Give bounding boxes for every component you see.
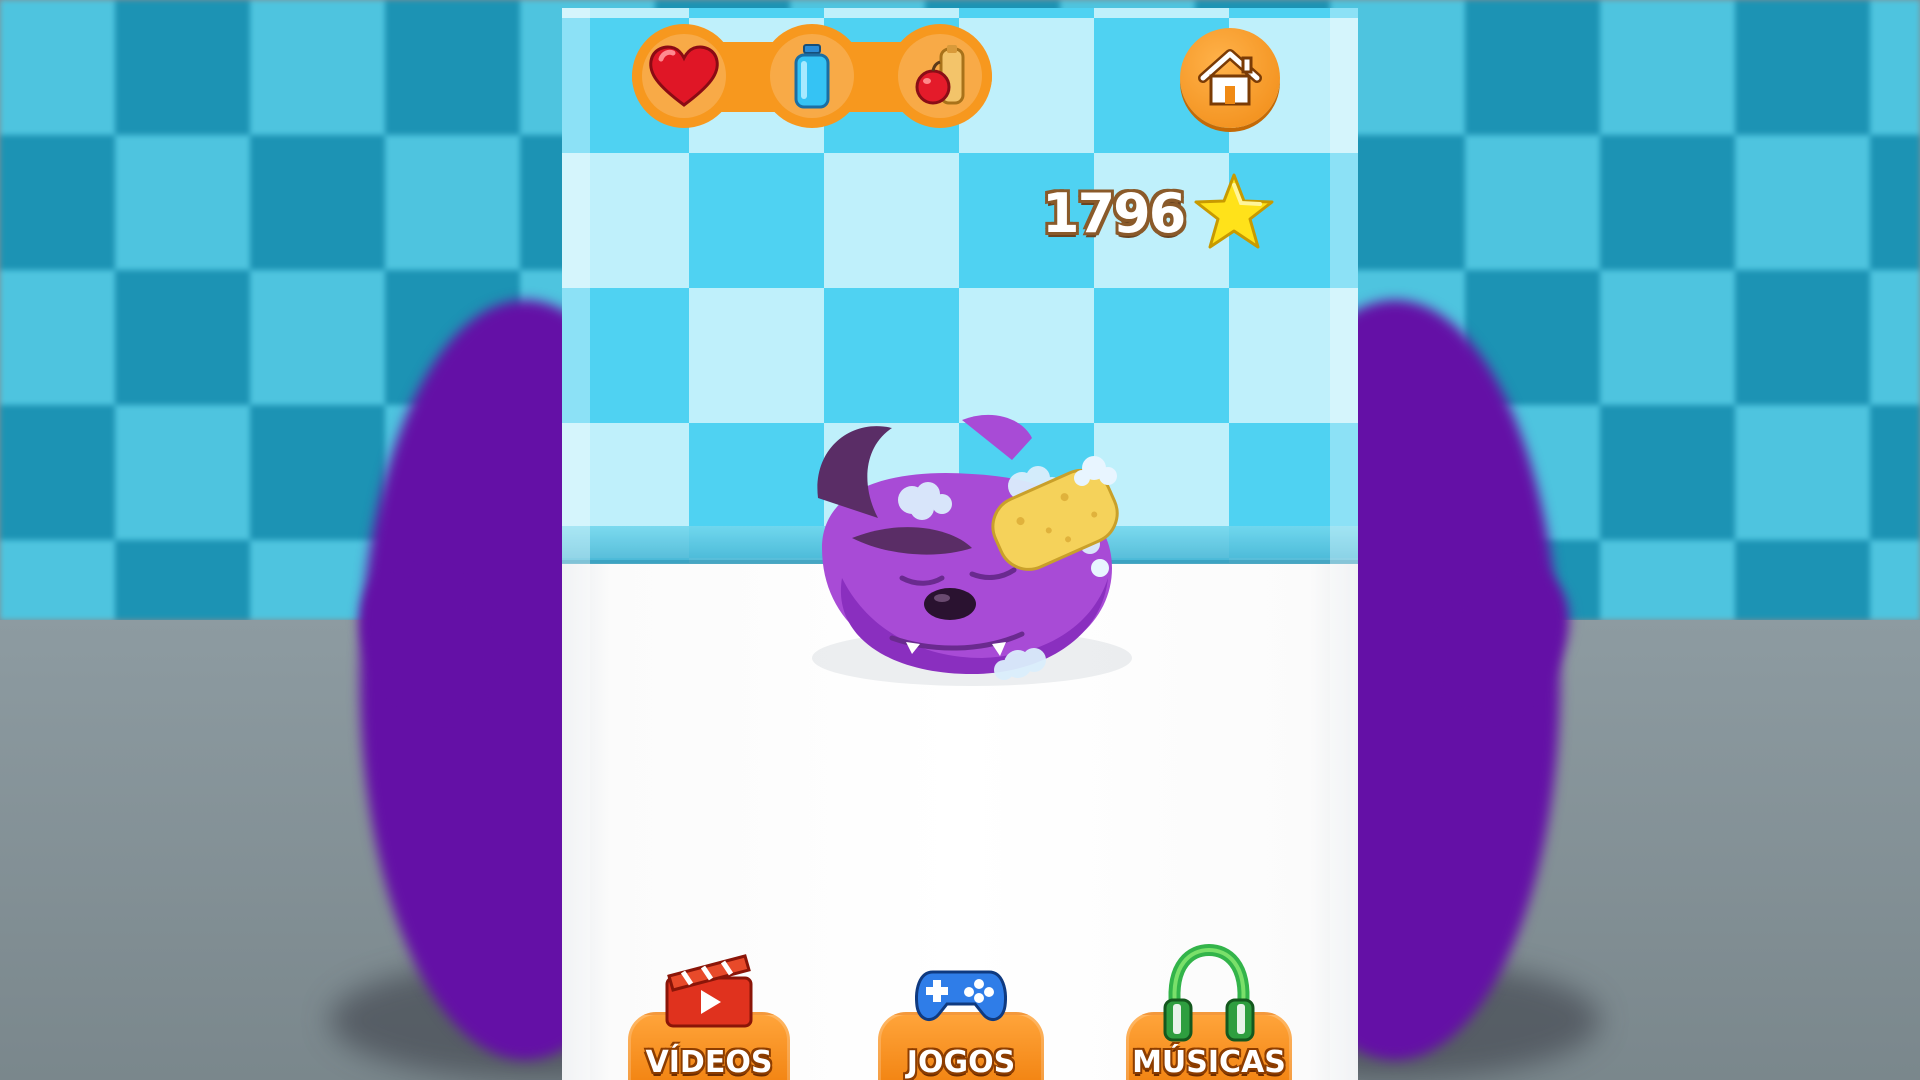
tub-glass-right bbox=[1330, 8, 1358, 1080]
headphones-icon bbox=[1163, 944, 1255, 1042]
heart-icon bbox=[649, 45, 719, 107]
game-screen: 1796 VÍDEOS JOGOS MÚSICAS bbox=[562, 8, 1358, 1080]
tub-glass-left bbox=[562, 8, 590, 1080]
clapperboard-icon bbox=[665, 954, 753, 1028]
music-button[interactable]: MÚSICAS bbox=[1126, 944, 1292, 1080]
score-display: 1796 bbox=[1042, 168, 1276, 258]
home-button[interactable] bbox=[1180, 28, 1280, 128]
score-value: 1796 bbox=[1042, 181, 1186, 245]
star-icon bbox=[1194, 173, 1274, 249]
gamepad-icon bbox=[915, 970, 1007, 1022]
water-bottle-icon bbox=[794, 44, 830, 109]
status-hygiene[interactable] bbox=[760, 24, 864, 128]
apple-bottle-icon bbox=[915, 45, 965, 105]
home-icon bbox=[1198, 49, 1262, 106]
videos-button[interactable]: VÍDEOS bbox=[628, 954, 790, 1080]
videos-label: VÍDEOS bbox=[645, 1045, 773, 1080]
status-love[interactable] bbox=[632, 24, 736, 128]
purple-pet[interactable] bbox=[782, 408, 1162, 708]
status-bar bbox=[632, 20, 992, 130]
games-label: JOGOS bbox=[906, 1045, 1016, 1080]
games-button[interactable]: JOGOS bbox=[878, 970, 1044, 1080]
status-food[interactable] bbox=[888, 24, 992, 128]
music-label: MÚSICAS bbox=[1132, 1045, 1286, 1080]
